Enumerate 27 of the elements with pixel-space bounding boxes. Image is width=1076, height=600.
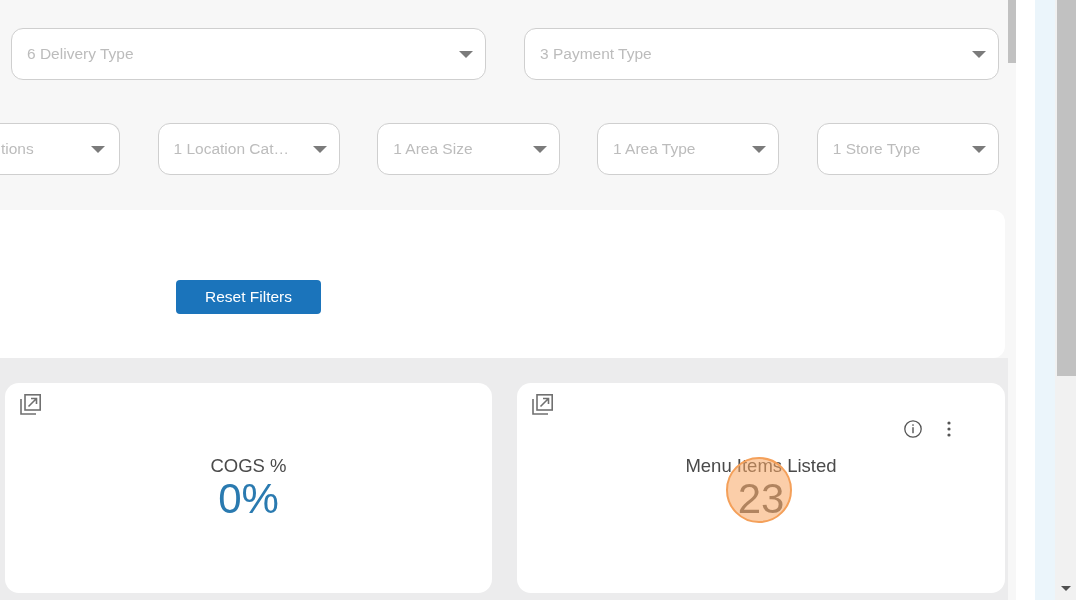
info-icon[interactable] — [904, 420, 922, 438]
caret-icon — [312, 145, 327, 153]
reset-filters-button[interactable]: Reset Filters — [176, 280, 321, 314]
filter-dropdown[interactable]: 1 Location Cat… — [157, 123, 340, 175]
scrollbar-track[interactable] — [1055, 0, 1076, 600]
expand-icon[interactable] — [20, 393, 42, 415]
filter-dropdown[interactable]: tions — [0, 123, 120, 175]
metric-value: 23 — [737, 477, 785, 521]
filter-dropdown[interactable]: 3 Payment Type — [524, 28, 999, 80]
filter-dropdown[interactable]: 6 Delivery Type — [11, 28, 486, 80]
caret-icon — [459, 50, 473, 58]
scroll-down-arrow-icon[interactable] — [1060, 586, 1071, 591]
caret-icon — [752, 145, 767, 153]
more-options-icon[interactable] — [947, 421, 951, 437]
metric-title: Menu Items Listed — [685, 455, 837, 477]
filter-dropdown[interactable]: 1 Area Type — [597, 123, 780, 175]
metric-value: 0% — [218, 477, 279, 521]
caret-icon — [91, 145, 105, 153]
metric-title: COGS % — [210, 455, 287, 477]
caret-icon — [532, 145, 547, 153]
caret-icon — [972, 50, 986, 58]
caret-icon — [972, 145, 986, 153]
filter-dropdown[interactable]: 1 Area Size — [377, 123, 560, 175]
filter-dropdown[interactable]: 1 Store Type — [816, 123, 999, 175]
scrollbar-thumb[interactable] — [1057, 0, 1076, 376]
expand-icon[interactable] — [532, 393, 554, 415]
scrollbar-thumb[interactable] — [1008, 0, 1016, 63]
